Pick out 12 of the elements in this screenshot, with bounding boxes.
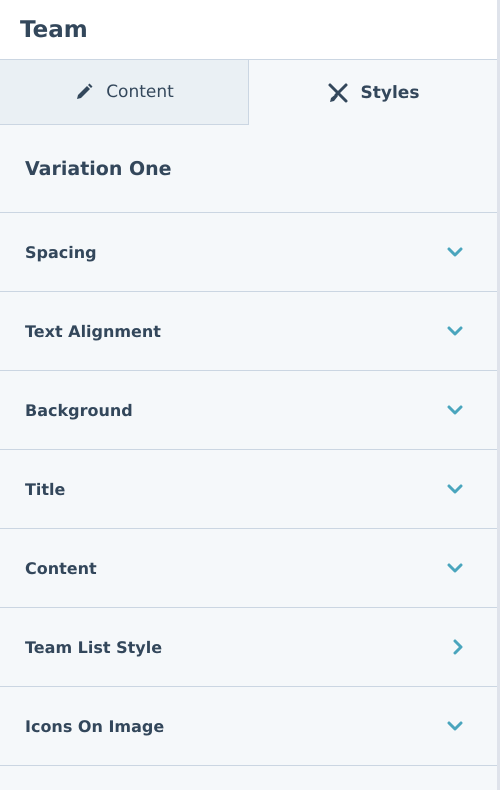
chevron-right-icon	[453, 639, 463, 655]
chevron-down-icon	[447, 563, 463, 573]
chevron-down-icon	[447, 721, 463, 731]
brush-icon	[326, 82, 349, 104]
chevron-down-icon	[447, 484, 463, 494]
chevron-down-icon	[447, 405, 463, 415]
panel-title: Team	[20, 16, 88, 42]
chevron-down-icon	[447, 326, 463, 336]
pencil-icon	[74, 82, 94, 102]
section-title: Variation One	[25, 158, 172, 180]
chevron-down-icon	[447, 247, 463, 257]
tab[interactable]: Content	[0, 60, 249, 125]
